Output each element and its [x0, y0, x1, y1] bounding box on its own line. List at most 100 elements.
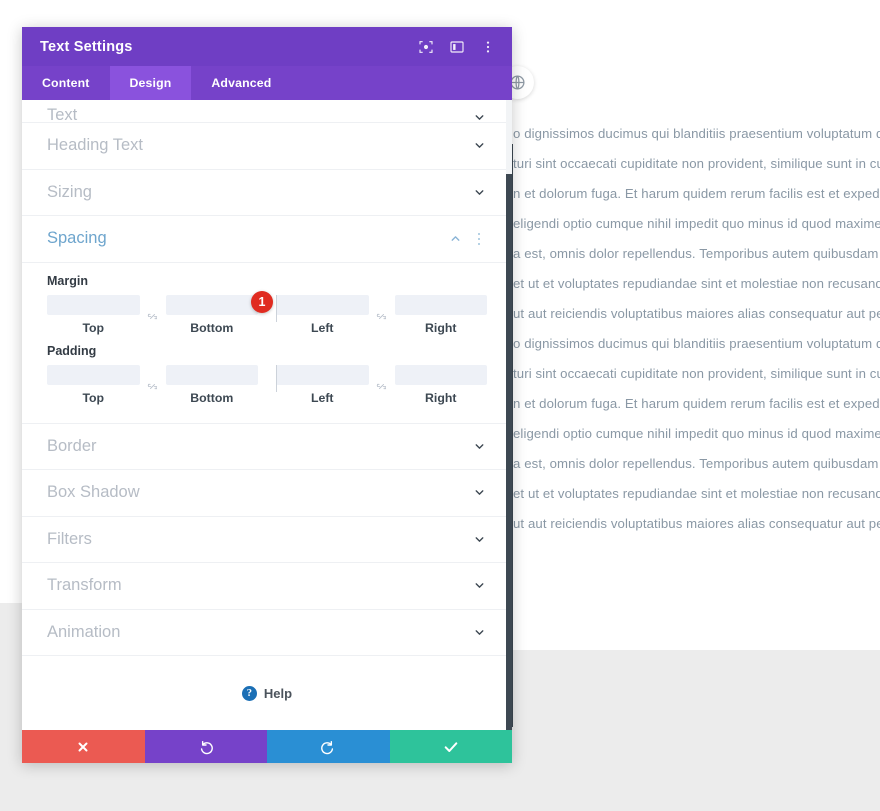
- redo-arrow-icon: [320, 739, 336, 755]
- margin-bottom-input[interactable]: [165, 294, 258, 315]
- padding-left-input[interactable]: [276, 364, 369, 385]
- spacing-settings-panel: Margin Top Bottom Left Right 1 Padding T…: [22, 262, 512, 424]
- margin-right-input[interactable]: [394, 294, 487, 315]
- link-margin-vertical-icon[interactable]: [140, 308, 166, 322]
- section-text-label: Text: [47, 106, 78, 123]
- paragraph-line: ut aut reiciendis voluptatibus maiores a…: [513, 516, 880, 531]
- tab-content[interactable]: Content: [22, 66, 110, 100]
- padding-right-cell: Right: [394, 364, 487, 405]
- section-text[interactable]: Text: [22, 100, 512, 123]
- chevron-down-icon: [472, 625, 486, 639]
- margin-bottom-caption: Bottom: [190, 320, 234, 335]
- section-spacing-label: Spacing: [47, 229, 107, 248]
- chevron-down-icon: [472, 185, 486, 199]
- padding-label: Padding: [47, 343, 97, 358]
- close-x-icon: [76, 740, 90, 754]
- margin-horizontal-pair: Left Right: [276, 294, 487, 335]
- link-padding-vertical-icon[interactable]: [140, 378, 166, 392]
- modal-header: Text Settings: [22, 27, 512, 66]
- tab-design[interactable]: Design: [109, 66, 192, 100]
- margin-top-input[interactable]: [47, 294, 140, 315]
- section-border-label: Border: [47, 436, 97, 455]
- section-box-shadow-label: Box Shadow: [47, 483, 140, 502]
- section-animation[interactable]: Animation: [22, 609, 512, 656]
- background-paragraph-2: o dignissimos ducimus qui blanditiis pra…: [513, 329, 880, 539]
- paragraph-line: turi sint occaecati cupiditate non provi…: [513, 366, 880, 381]
- chevron-down-icon: [472, 579, 486, 593]
- section-heading-text-label: Heading Text: [47, 136, 144, 155]
- margin-bottom-badge[interactable]: 1: [251, 290, 273, 313]
- paragraph-line: eligendi optio cumque nihil impedit quo …: [513, 426, 880, 441]
- cancel-button[interactable]: [22, 730, 145, 763]
- tab-advanced[interactable]: Advanced: [191, 66, 291, 100]
- checkmark-icon: [443, 739, 459, 755]
- layout-panel-icon[interactable]: [448, 38, 465, 55]
- help-label: Help: [263, 685, 293, 701]
- paragraph-line: o dignissimos ducimus qui blanditiis pra…: [513, 336, 880, 351]
- save-button[interactable]: [389, 730, 512, 763]
- section-border[interactable]: Border: [22, 423, 512, 470]
- padding-row: Top Bottom Left Right: [47, 364, 487, 405]
- focus-target-icon[interactable]: [417, 38, 434, 55]
- margin-pair-divider: [276, 294, 277, 322]
- chevron-down-icon: [472, 486, 486, 500]
- chevron-down-icon: [472, 139, 486, 153]
- paragraph-line: a est, omnis dolor repellendus. Temporib…: [513, 246, 880, 261]
- page-root: o dignissimos ducimus qui blanditiis pra…: [0, 0, 880, 811]
- padding-top-input[interactable]: [47, 364, 140, 385]
- background-paragraph-1: o dignissimos ducimus qui blanditiis pra…: [513, 119, 880, 329]
- padding-left-caption: Left: [310, 390, 334, 405]
- modal-tabs: Content Design Advanced: [22, 66, 512, 100]
- section-spacing-more-icon[interactable]: [472, 231, 486, 247]
- paragraph-line: a est, omnis dolor repellendus. Temporib…: [513, 456, 880, 471]
- section-animation-label: Animation: [47, 622, 121, 641]
- section-spacing[interactable]: Spacing: [22, 216, 512, 263]
- modal-scrollbar-thumb[interactable]: [506, 174, 512, 730]
- paragraph-line: turi sint occaecati cupiditate non provi…: [513, 156, 880, 171]
- paragraph-line: n et dolorum fuga. Et harum quidem rerum…: [513, 186, 880, 201]
- text-settings-modal: Text Settings Content Design Advanced Te…: [22, 27, 512, 763]
- padding-right-caption: Right: [425, 390, 457, 405]
- margin-top-caption: Top: [82, 320, 105, 335]
- chevron-down-icon: [472, 532, 486, 546]
- margin-left-caption: Left: [310, 320, 334, 335]
- margin-right-caption: Right: [425, 320, 457, 335]
- paragraph-line: ut aut reiciendis voluptatibus maiores a…: [513, 306, 880, 321]
- link-margin-horizontal-icon[interactable]: [369, 308, 395, 322]
- link-padding-horizontal-icon[interactable]: [369, 378, 395, 392]
- undo-button[interactable]: [144, 730, 267, 763]
- section-sizing[interactable]: Sizing: [22, 169, 512, 216]
- help-row[interactable]: ? Help: [22, 656, 512, 730]
- section-transform[interactable]: Transform: [22, 563, 512, 610]
- margin-left-cell: Left: [276, 294, 369, 335]
- margin-vertical-pair: Top Bottom: [47, 294, 258, 335]
- padding-right-input[interactable]: [394, 364, 487, 385]
- page-left-white-area: [0, 0, 22, 603]
- chevron-down-icon: [472, 110, 486, 122]
- modal-footer: [22, 730, 512, 763]
- modal-scrollbar-track[interactable]: [506, 100, 512, 730]
- section-filters[interactable]: Filters: [22, 516, 512, 563]
- padding-vertical-pair: Top Bottom: [47, 364, 258, 405]
- padding-top-cell: Top: [47, 364, 140, 405]
- padding-bottom-input[interactable]: [165, 364, 258, 385]
- chevron-up-icon[interactable]: [448, 232, 462, 246]
- modal-title: Text Settings: [40, 38, 133, 55]
- paragraph-line: et ut et voluptates repudiandae sint et …: [513, 276, 880, 291]
- paragraph-line: o dignissimos ducimus qui blanditiis pra…: [513, 126, 880, 141]
- section-box-shadow[interactable]: Box Shadow: [22, 470, 512, 517]
- padding-bottom-cell: Bottom: [165, 364, 258, 405]
- padding-horizontal-pair: Left Right: [276, 364, 487, 405]
- margin-left-input[interactable]: [276, 294, 369, 315]
- section-filters-label: Filters: [47, 529, 92, 548]
- padding-bottom-caption: Bottom: [190, 390, 234, 405]
- paragraph-line: et ut et voluptates repudiandae sint et …: [513, 486, 880, 501]
- section-transform-label: Transform: [47, 576, 122, 595]
- margin-right-cell: Right: [394, 294, 487, 335]
- section-heading-text[interactable]: Heading Text: [22, 123, 512, 170]
- padding-left-cell: Left: [276, 364, 369, 405]
- margin-top-cell: Top: [47, 294, 140, 335]
- more-vertical-icon[interactable]: [479, 38, 496, 55]
- margin-row: Top Bottom Left Right 1: [47, 290, 487, 335]
- redo-button[interactable]: [267, 730, 390, 763]
